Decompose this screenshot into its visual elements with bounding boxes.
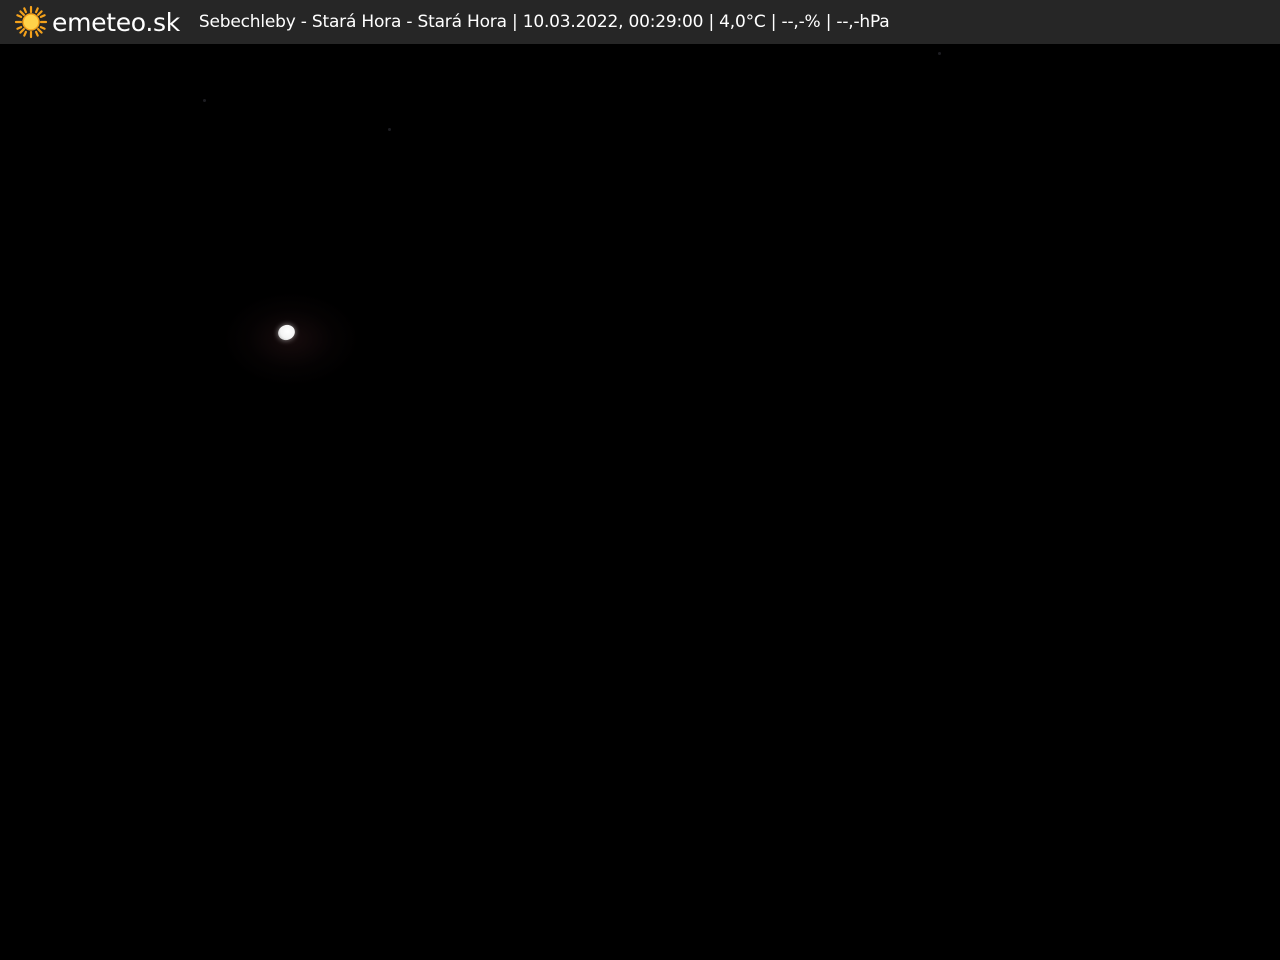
caption-separator: | bbox=[506, 12, 523, 32]
webcam-image bbox=[0, 44, 1280, 960]
caption-separator: | bbox=[765, 12, 782, 32]
caption-temperature: 4,0°C bbox=[719, 12, 766, 32]
caption-pressure: --,-hPa bbox=[836, 12, 890, 32]
star-speck bbox=[388, 128, 391, 131]
caption-separator: | bbox=[703, 12, 720, 32]
star-speck bbox=[938, 52, 941, 55]
caption-separator: | bbox=[820, 12, 837, 32]
moon-glow bbox=[226, 294, 356, 384]
caption-humidity: --,-% bbox=[781, 12, 821, 32]
webcam-frame: emeteo.sk Sebechleby - Stará Hora - Star… bbox=[0, 0, 1280, 960]
star-speck bbox=[203, 99, 206, 102]
sun-icon bbox=[14, 5, 48, 39]
caption-datetime: 10.03.2022, 00:29:00 bbox=[522, 12, 704, 32]
caption-location: Sebechleby - Stará Hora - Stará Hora bbox=[198, 12, 507, 32]
brand-name[interactable]: emeteo.sk bbox=[52, 8, 180, 37]
sun-icon-graphic bbox=[14, 5, 48, 39]
webcam-header-bar: emeteo.sk Sebechleby - Stará Hora - Star… bbox=[0, 0, 1280, 44]
webcam-caption: Sebechleby - Stará Hora - Stará Hora | 1… bbox=[199, 12, 890, 32]
